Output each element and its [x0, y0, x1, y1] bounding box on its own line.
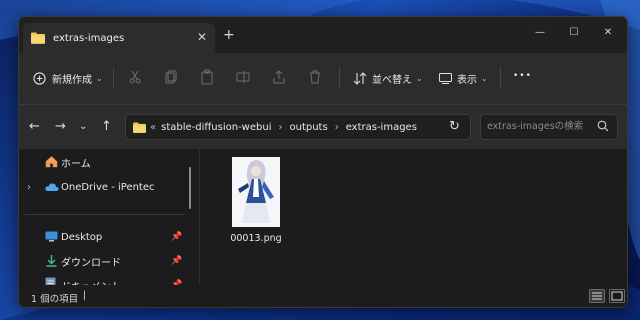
new-button[interactable]: 新規作成 ⌄: [33, 71, 103, 86]
sort-icon: [353, 72, 367, 85]
status-bar: 1 個の項目 |: [19, 285, 627, 307]
back-arrow-icon[interactable]: ←: [29, 119, 40, 134]
view-button[interactable]: 表示 ⌄: [439, 71, 488, 86]
pin-icon[interactable]: 📌: [171, 232, 182, 242]
main-content: ホーム › OneDrive - iPentec Desktop 📌 ダウンロー…: [19, 149, 627, 293]
forward-arrow-icon[interactable]: →: [55, 119, 66, 134]
sidebar-item-home[interactable]: ホーム: [19, 151, 195, 173]
address-row: ← → ⌄ ↑ « stable-diffusion-webui › outpu…: [19, 105, 627, 149]
command-bar: 新規作成 ⌄ 並べ替え ⌄ 表示 ⌄ •••: [19, 53, 627, 105]
share-icon[interactable]: [271, 69, 287, 85]
home-icon: [45, 156, 58, 168]
sidebar-item-desktop[interactable]: Desktop 📌: [19, 226, 195, 248]
breadcrumb-extras-images[interactable]: extras-images: [346, 122, 417, 133]
file-list-pane: 00013.png: [199, 149, 627, 285]
search-input[interactable]: extras-imagesの検索: [480, 114, 618, 140]
refresh-icon[interactable]: ↻: [449, 119, 460, 134]
view-button-label: 表示: [457, 75, 477, 86]
breadcrumb-outputs[interactable]: outputs: [289, 122, 327, 133]
chevron-down-icon: ⌄: [96, 74, 103, 83]
close-tab-icon[interactable]: ✕: [197, 30, 207, 44]
expand-chevron-icon[interactable]: ›: [27, 182, 31, 193]
pin-icon[interactable]: 📌: [171, 256, 182, 266]
navigation-pane: ホーム › OneDrive - iPentec Desktop 📌 ダウンロー…: [19, 149, 195, 293]
delete-icon[interactable]: [307, 69, 323, 85]
close-window-button[interactable]: ✕: [593, 21, 623, 43]
anime-figure-thumbnail-image: [232, 157, 280, 227]
file-explorer-window: extras-images ✕ + — ☐ ✕ 新規作成 ⌄ 並べ替え ⌄ 表示…: [18, 16, 628, 308]
details-view-icon[interactable]: [589, 289, 605, 303]
new-button-label: 新規作成: [52, 75, 92, 86]
nav-scrollbar[interactable]: [189, 167, 191, 209]
new-tab-button[interactable]: +: [223, 27, 235, 43]
overflow-breadcrumb[interactable]: «: [150, 122, 156, 133]
large-icons-view-icon[interactable]: [609, 289, 625, 303]
onedrive-cloud-icon: [45, 183, 59, 191]
breadcrumb-separator[interactable]: ›: [278, 122, 282, 133]
sort-button[interactable]: 並べ替え ⌄: [353, 71, 423, 86]
up-arrow-icon[interactable]: ↑: [101, 119, 112, 134]
chevron-down-icon: ⌄: [416, 74, 423, 83]
address-bar[interactable]: « stable-diffusion-webui › outputs › ext…: [125, 114, 471, 140]
sidebar-item-label: ダウンロード: [61, 257, 121, 269]
file-name: 00013.png: [230, 233, 282, 244]
plus-circle-icon: [33, 72, 46, 85]
search-placeholder: extras-imagesの検索: [487, 121, 584, 132]
download-icon: [46, 255, 57, 267]
item-count: 1 個の項目: [31, 294, 79, 305]
sidebar-item-label: Desktop: [61, 231, 103, 243]
toolbar-divider: [339, 67, 340, 89]
sidebar-item-onedrive[interactable]: › OneDrive - iPentec: [19, 176, 195, 198]
folder-icon: [31, 32, 45, 44]
sort-button-label: 並べ替え: [372, 75, 412, 86]
paste-icon[interactable]: [199, 69, 215, 85]
desktop-icon: [45, 231, 58, 242]
status-divider: |: [83, 290, 87, 301]
tab-label: extras-images: [53, 32, 125, 44]
image-thumbnail: [232, 157, 280, 227]
breadcrumb-stable-diffusion-webui[interactable]: stable-diffusion-webui: [161, 122, 271, 133]
toolbar-divider: [113, 67, 114, 89]
rename-icon[interactable]: [235, 69, 251, 85]
sidebar-item-label: OneDrive - iPentec: [61, 181, 155, 193]
folder-icon: [133, 121, 146, 133]
breadcrumb-separator[interactable]: ›: [335, 122, 339, 133]
view-icon: [439, 73, 452, 84]
tab-extras-images[interactable]: extras-images ✕: [23, 23, 215, 53]
search-icon: [597, 120, 609, 132]
minimize-button[interactable]: —: [525, 21, 555, 43]
maximize-button[interactable]: ☐: [559, 21, 589, 43]
nav-divider: [25, 214, 185, 215]
title-bar: extras-images ✕ + — ☐ ✕: [19, 17, 627, 53]
cut-icon[interactable]: [127, 69, 143, 85]
recent-locations-chevron-icon[interactable]: ⌄: [79, 121, 87, 132]
sidebar-item-downloads[interactable]: ダウンロード 📌: [19, 250, 195, 272]
copy-icon[interactable]: [163, 69, 179, 85]
chevron-down-icon: ⌄: [481, 74, 488, 83]
sidebar-item-label: ホーム: [61, 158, 91, 170]
more-options-button[interactable]: •••: [513, 71, 532, 81]
toolbar-divider: [500, 67, 501, 89]
file-item[interactable]: 00013.png: [224, 155, 288, 247]
